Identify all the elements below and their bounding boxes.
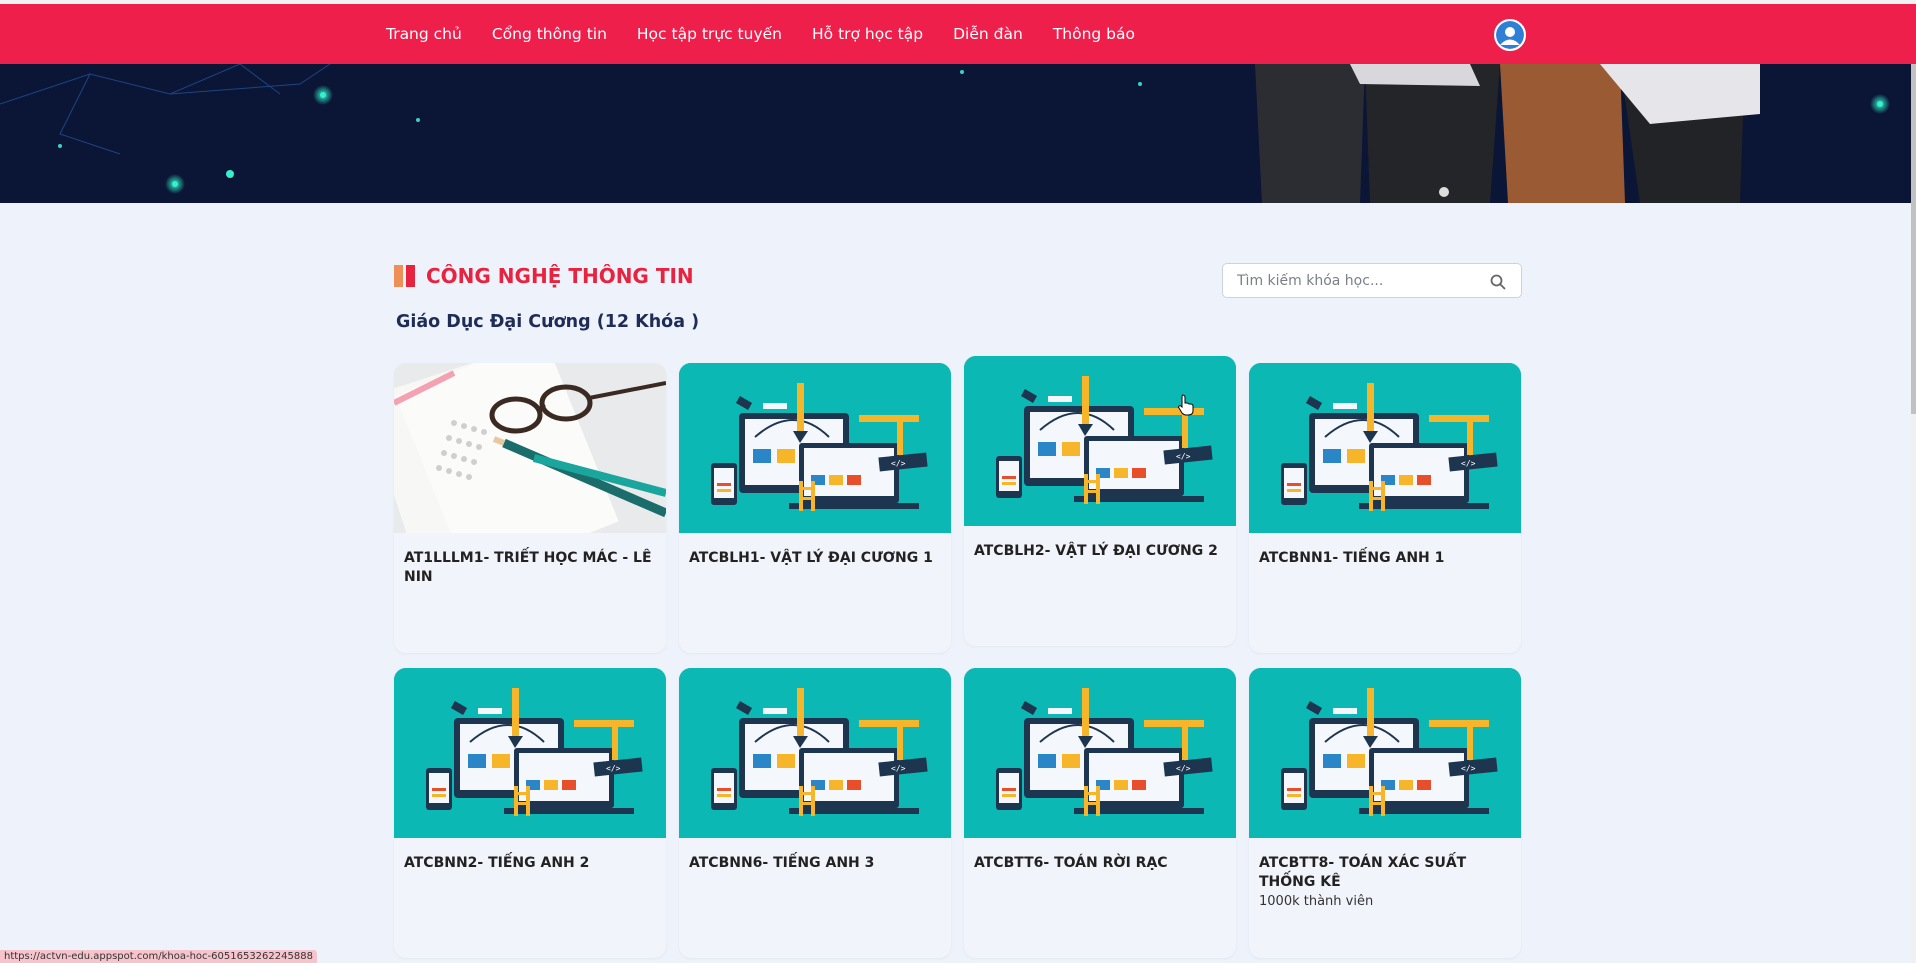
web-design-illustration: </> (679, 668, 951, 838)
course-card[interactable]: </> ATCBNN1- TIẾNG ANH 1 (1249, 363, 1521, 653)
course-card-hovered[interactable]: </> ATCBLH2- VẬT LÝ ĐẠI CƯƠNG 2 (964, 356, 1236, 646)
section-heading: CÔNG NGHỆ THÔNG TIN (394, 264, 694, 288)
course-card[interactable]: </> ATCBTT8- TOÁN XÁC SUẤT THỐNG KÊ 1000… (1249, 668, 1521, 958)
course-title: ATCBLH2- VẬT LÝ ĐẠI CƯƠNG 2 (974, 543, 1218, 559)
course-card[interactable]: </> ATCBNN2- TIẾNG ANH 2 (394, 668, 666, 958)
web-design-illustration: </> (394, 668, 666, 838)
course-title: ATCBNN1- TIẾNG ANH 1 (1259, 550, 1445, 566)
course-title: ATCBTT8- TOÁN XÁC SUẤT THỐNG KÊ (1259, 855, 1467, 890)
svg-text:</>: </> (1176, 452, 1191, 461)
course-title: ATCBNN6- TIẾNG ANH 3 (689, 855, 875, 871)
nav-item-learning-support[interactable]: Hỗ trợ học tập (812, 25, 923, 43)
member-count: 1000k thành viên (1259, 894, 1374, 909)
nav-item-portal[interactable]: Cổng thông tin (492, 25, 607, 43)
web-design-illustration: </> (964, 356, 1236, 526)
course-title: ATCBLH1- VẬT LÝ ĐẠI CƯƠNG 1 (689, 550, 933, 566)
nav-item-notifications[interactable]: Thông báo (1053, 25, 1135, 43)
hand-cursor-icon (1178, 394, 1194, 416)
section-title: CÔNG NGHỆ THÔNG TIN (426, 264, 694, 288)
course-card[interactable]: </> ATCBNN6- TIẾNG ANH 3 (679, 668, 951, 958)
nav-item-forum[interactable]: Diễn đàn (953, 25, 1023, 43)
status-url: https://actvn-edu.appspot.com/khoa-hoc-6… (0, 950, 317, 963)
course-search-box (1222, 263, 1522, 298)
hero-banner (0, 64, 1916, 203)
top-navbar: Trang chủ Cổng thông tin Học tập trực tu… (0, 4, 1916, 64)
course-card[interactable]: </> ATCBLH1- VẬT LÝ ĐẠI CƯƠNG 1 (679, 363, 951, 653)
search-input[interactable] (1237, 271, 1477, 291)
web-design-illustration: </> (1249, 668, 1521, 838)
course-card[interactable]: </> ATCBTT6- TOÁN RỜI RẠC (964, 668, 1236, 958)
svg-text:</>: </> (1176, 764, 1191, 773)
web-design-illustration: </> (1249, 363, 1521, 533)
svg-text:</>: </> (1461, 459, 1476, 468)
search-icon[interactable] (1489, 273, 1507, 291)
nav-item-home[interactable]: Trang chủ (386, 25, 462, 43)
svg-text:</>: </> (891, 459, 906, 468)
course-title: AT1LLLM1- TRIẾT HỌC MÁC - LÊ NIN (404, 550, 652, 585)
svg-text:</>: </> (1461, 764, 1476, 773)
nav-item-online-learning[interactable]: Học tập trực tuyến (637, 25, 782, 43)
svg-text:</>: </> (891, 764, 906, 773)
web-design-illustration: </> (964, 668, 1236, 838)
web-design-illustration: </> (679, 363, 951, 533)
exam-sheet-photo (394, 363, 666, 533)
svg-text:</>: </> (606, 764, 621, 773)
page-scrollbar-thumb[interactable] (1911, 64, 1916, 414)
course-title: ATCBTT6- TOÁN RỜI RẠC (974, 855, 1168, 871)
course-title: ATCBNN2- TIẾNG ANH 2 (404, 855, 590, 871)
user-avatar-icon[interactable] (1494, 19, 1526, 51)
course-card[interactable]: AT1LLLM1- TRIẾT HỌC MÁC - LÊ NIN (394, 363, 666, 653)
book-icon (394, 265, 416, 287)
nav-menu: Trang chủ Cổng thông tin Học tập trực tu… (386, 4, 1165, 64)
category-subtitle: Giáo Dục Đại Cương (12 Khóa ) (396, 312, 700, 332)
